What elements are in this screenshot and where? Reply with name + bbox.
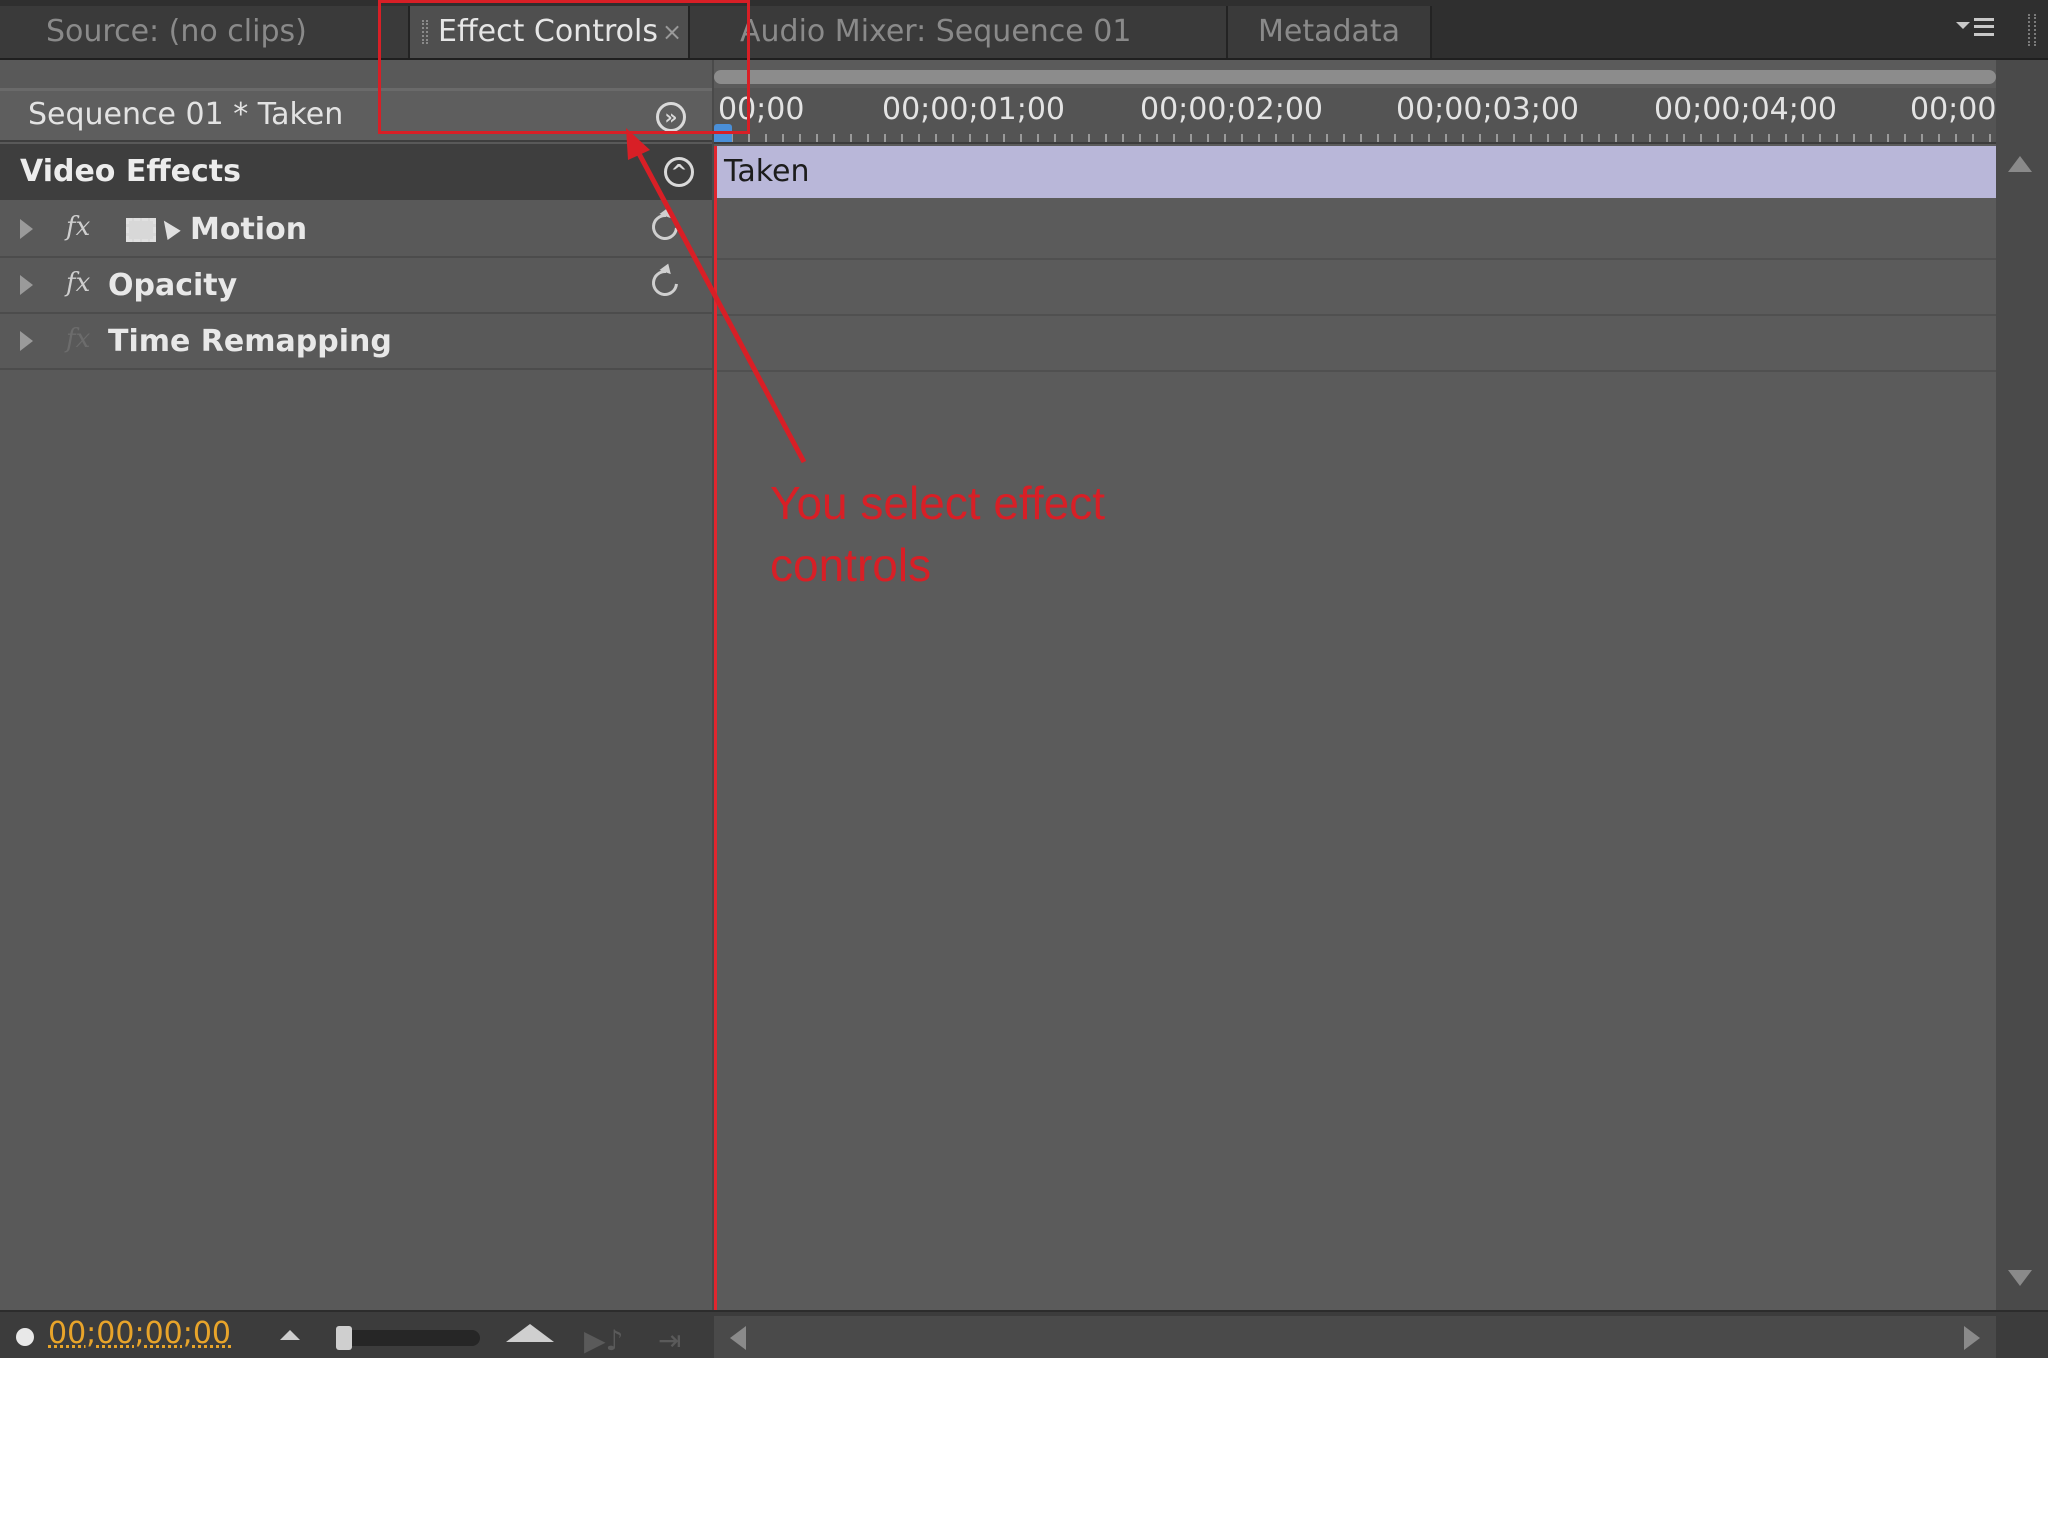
annotation-arrow — [626, 128, 807, 464]
effect-controls-window: Source: (no clips) Effect Controls × Aud… — [0, 0, 2048, 1358]
annotation-text: You select effect controls — [770, 477, 1106, 591]
